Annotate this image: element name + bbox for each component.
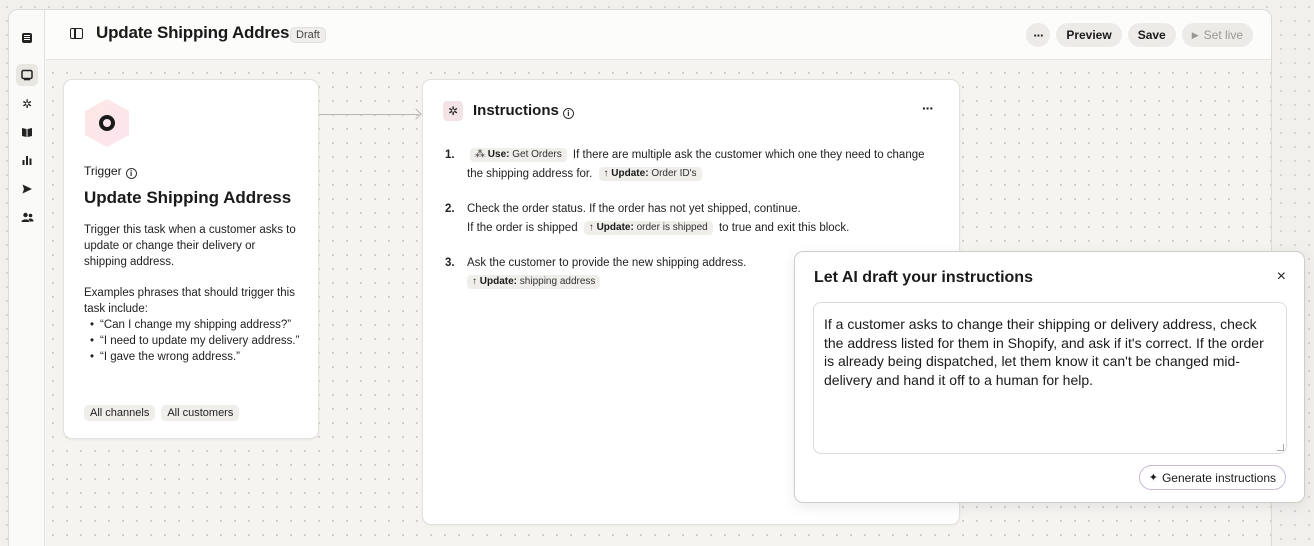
sparkle-icon: ✦ xyxy=(1148,472,1158,484)
preview-button[interactable]: Preview xyxy=(1056,23,1122,47)
users-icon[interactable] xyxy=(16,206,38,228)
ai-prompt-textarea[interactable]: If a customer asks to change their shipp… xyxy=(813,302,1287,454)
instruction-step-2[interactable]: 2. Check the order status. If the order … xyxy=(443,200,943,238)
sidebar-toggle-icon[interactable] xyxy=(70,28,83,39)
book-icon[interactable] xyxy=(16,121,38,143)
trigger-logo-icon xyxy=(85,99,129,147)
trigger-label: Trigger i xyxy=(84,164,137,179)
sparkle-icon[interactable]: ✲ xyxy=(16,93,38,115)
ai-draft-title: Let AI draft your instructions xyxy=(814,269,1033,286)
flow-connector-arrow xyxy=(319,114,419,115)
instructions-title: Instructions i xyxy=(473,102,574,119)
resize-handle-icon[interactable] xyxy=(1277,444,1284,451)
example-phrase: “I gave the wrong address.” xyxy=(84,349,304,365)
page-title: Update Shipping Address xyxy=(96,23,299,42)
update-variable-pill[interactable]: ↑ Update: Order ID's xyxy=(598,167,702,181)
status-badge: Draft xyxy=(290,27,326,43)
left-rail: ✲ xyxy=(9,10,45,546)
use-action-pill[interactable]: ⁂ Use: Get Orders xyxy=(470,148,567,162)
generate-instructions-button[interactable]: ✦ Generate instructions xyxy=(1138,465,1286,490)
customers-chip[interactable]: All customers xyxy=(161,405,240,421)
top-actions: ··· Preview Save ▶ Set live xyxy=(1026,23,1253,47)
trigger-title: Update Shipping Address xyxy=(84,188,292,207)
monitor-icon[interactable] xyxy=(16,64,38,86)
inbox-icon[interactable] xyxy=(16,27,38,49)
info-icon[interactable]: i xyxy=(562,108,574,119)
example-phrase: “Can I change my shipping address?” xyxy=(84,317,304,333)
instruction-step-1[interactable]: 1. ⁂ Use: Get Orders If there are multip… xyxy=(443,146,943,184)
trigger-examples: Examples phrases that should trigger thi… xyxy=(84,285,304,365)
set-live-button[interactable]: ▶ Set live xyxy=(1181,23,1253,47)
send-icon[interactable] xyxy=(16,178,38,200)
update-variable-pill[interactable]: ↑ Update: shipping address xyxy=(467,275,601,289)
trigger-card[interactable]: Trigger i Update Shipping Address Trigger… xyxy=(63,79,319,439)
instructions-sparkle-icon: ✲ xyxy=(443,101,463,121)
info-icon[interactable]: i xyxy=(125,168,137,179)
instructions-more-button[interactable]: ··· xyxy=(922,100,934,116)
save-button[interactable]: Save xyxy=(1127,23,1176,47)
close-icon[interactable]: × xyxy=(1277,268,1286,286)
example-phrase: “I need to update my delivery address.” xyxy=(84,333,304,349)
set-live-label: Set live xyxy=(1203,28,1243,42)
ai-draft-dialog: Let AI draft your instructions × If a cu… xyxy=(794,251,1305,503)
trigger-chips: All channels All customers xyxy=(84,405,240,421)
top-bar: Update Shipping Address Draft ··· Previe… xyxy=(46,10,1271,60)
more-options-button[interactable]: ··· xyxy=(1026,23,1051,47)
channels-chip[interactable]: All channels xyxy=(84,405,156,421)
update-variable-pill[interactable]: ↑ Update: order is shipped xyxy=(583,221,713,235)
play-icon: ▶ xyxy=(1191,29,1199,40)
trigger-description: Trigger this task when a customer asks t… xyxy=(84,224,296,268)
chart-icon[interactable] xyxy=(16,149,38,171)
examples-intro: Examples phrases that should trigger thi… xyxy=(84,287,295,315)
